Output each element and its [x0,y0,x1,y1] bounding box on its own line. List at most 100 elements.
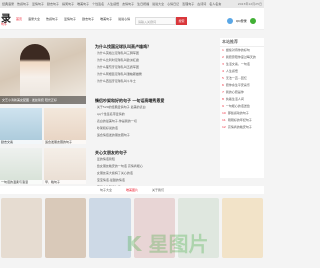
bottom-tab[interactable]: 句子大全 [100,186,112,194]
gallery-image[interactable] [221,198,264,258]
rank-number: 11 [222,118,226,122]
thumb-image [44,108,86,144]
sidebar-item-text: 人生感悟 [225,69,238,73]
wechat-icon[interactable] [249,18,256,24]
list-item[interactable]: 为什么阿根廷足球队叫潘帕斯雄鹰 [95,71,210,78]
rank-number: 1 [222,48,224,52]
sidebar-list-item[interactable]: 9 一句暖心的话送给 [220,103,264,110]
nav-item[interactable]: 说说心情 [118,17,130,21]
nav-item[interactable]: 唯美句子 [100,17,112,21]
sidebar-list-item[interactable]: 12 高情商的晚安句子 [220,124,264,131]
top-nav-item[interactable]: 搞笑句子 [62,2,74,6]
gallery-image[interactable] [89,198,131,258]
list-item[interactable]: 为什么英格兰足球队叫三狮军团 [95,50,210,57]
hero-figure [20,44,50,104]
thumb-card[interactable]: 一句话的温柔与浪漫 [0,148,42,184]
qq-icon[interactable] [227,18,233,24]
thumb-caption: 励志文案 [0,140,42,144]
top-nav-item[interactable]: 古诗词 [197,2,206,6]
sidebar-list-item[interactable]: 11 刚刚好的年纪句子 [220,117,264,124]
sidebar-item-text: 刚刚好的年纪句子 [227,118,252,122]
sidebar-item-text: 高情商的晚安句子 [227,125,252,129]
qq-login-label[interactable]: QQ登录 [236,19,247,23]
sidebar-item-text: 我的心愿是你 [225,90,244,94]
top-nav-item[interactable]: 爱情句子 [32,2,44,6]
sidebar-list-item[interactable]: 3 生活文案，一句话 [220,61,264,68]
site-logo-subtitle: 句子 [1,22,8,26]
top-nav-item[interactable]: 友情句子 [122,2,134,6]
thumb-image [44,148,86,184]
list-item[interactable]: 吵架和好说的话 [95,125,210,132]
rank-number: 10 [222,111,226,115]
search-button[interactable]: 搜索 [176,17,187,25]
article-section: 关心女朋友的句子 爱的情话简短 给女朋友晚安的一句话 高情商暖心 女朋友来大姨妈… [95,150,210,191]
article-section: 为什么找国足球队叫高卢雄鸡？ 为什么英格兰足球队叫三狮军团 为什么比利时足球队叫… [95,44,210,85]
thumb-caption: 早、晚句子 [44,180,86,184]
login-area: QQ登录 [227,18,256,24]
sidebar-list-item[interactable]: 6 愿你余生平安喜乐 [220,82,264,89]
top-nav-bar: 经典语录 伤感句子 爱情句子 励志句子 搞笑句子 唯美句子 个性签名 人生感悟 友情句子 生日祝福… [0,0,264,8]
list-item[interactable]: 女朋友来大姨妈了关心的话 [95,170,210,177]
nav-item[interactable]: 伤感句子 [46,17,58,21]
list-item[interactable]: 为什么西班牙足球队叫斗牛士 [95,78,210,85]
article-section: 情侣吵架和好的句子 一句话高端秀恩爱 关于520的经典爱情句子 最美的表白 qq… [95,98,210,139]
bottom-tab[interactable]: 唯美图片 [126,186,138,194]
top-nav-item[interactable]: 说说大全 [152,2,164,6]
bottom-tab[interactable]: 关于我们 [152,186,164,194]
list-item[interactable]: qq个性签名带爱情的 [95,111,210,118]
sidebar-list-item[interactable]: 8 执着生活人间 [220,96,264,103]
hero-image[interactable]: 文艺小清新美女配图 · 发丝萦绕 阳光正好 [0,38,86,104]
thumb-caption: 适合发朋友圈的句子 [44,140,86,144]
sidebar-title: 本站推荐 [220,38,264,47]
list-item[interactable]: 爱的情话简短 [95,156,210,163]
sidebar-item-text: 生活文案，一句话 [225,62,250,66]
list-item[interactable]: 给女朋友晚安的一句话 高情商暖心 [95,163,210,170]
rank-number: 5 [222,76,224,80]
search-input[interactable]: 请输入关键词 [135,17,176,25]
nav-item[interactable]: 首页 [16,17,22,21]
rank-number: 12 [222,125,226,129]
nav-item[interactable]: 励志句子 [82,17,94,21]
top-nav-item[interactable]: 唯美句子 [77,2,89,6]
nav-item[interactable]: 爱情句子 [64,17,76,21]
top-nav-item[interactable]: 哲理句子 [182,2,194,6]
sidebar-list-item[interactable]: 1 继续对待你的好句 [220,47,264,54]
sidebar-item-text: 继续对待你的好句 [225,48,250,52]
list-item[interactable]: 表白的最美句子,你是我的一切 [95,118,210,125]
list-item[interactable]: 为什么比利时足球队叫欧洲红魔 [95,57,210,64]
list-item[interactable]: 关于520的经典爱情句子 最美的表白 [95,104,210,111]
current-date: 2023年12月25日 [237,2,262,6]
top-nav-item[interactable]: 伤感句子 [17,2,29,6]
thumb-card[interactable]: 早、晚句子 [44,148,86,184]
top-nav-item[interactable]: 励志句子 [47,2,59,6]
gallery-image[interactable] [1,198,43,258]
top-nav-item[interactable]: 名人名言 [209,2,221,6]
top-nav-item[interactable]: 经典语录 [2,2,14,6]
top-nav-item[interactable]: 人生感悟 [107,2,119,6]
sidebar-list-item[interactable]: 4 人生感悟 [220,68,264,75]
top-nav-item[interactable]: 个性签名 [92,2,104,6]
nav-item[interactable]: 语录大全 [28,17,40,21]
rank-number: 6 [222,83,224,87]
sidebar-list-item[interactable]: 7 我的心愿是你 [220,89,264,96]
hero-caption[interactable]: 文艺小清新美女配图 · 发丝萦绕 阳光正好 [0,96,86,104]
thumb-image [0,108,42,144]
thumb-card[interactable]: 励志文案 [0,108,42,144]
top-nav-item[interactable]: 生日祝福 [137,2,149,6]
gallery-image[interactable] [45,198,87,258]
thumb-card[interactable]: 适合发朋友圈的句子 [44,108,86,144]
top-nav-item[interactable]: 心情日记 [167,2,179,6]
thumb-caption: 一句话的温柔与浪漫 [0,180,42,184]
sidebar-list-item[interactable]: 10 那些感动的句子 [220,110,264,117]
list-item[interactable]: 为什么葡萄牙足球队叫五盾军团 [95,64,210,71]
list-item[interactable]: 宝宝情话,最甜的情话 [95,177,210,184]
sidebar-item-text: 无法一直…回忆 [225,76,247,80]
sidebar-list-item[interactable]: 5 无法一直…回忆 [220,75,264,82]
list-item[interactable]: 适合情侣发的朋友圈句子 [95,132,210,139]
rank-number: 7 [222,90,224,94]
rank-number: 4 [222,69,224,73]
watermark: K 星图片 [126,232,209,256]
rank-number: 9 [222,104,224,108]
bottom-tabs: 句子大全 唯美图片 关于我们 [0,186,264,194]
sidebar-list-item[interactable]: 2 我愿意陪你度过每天的 [220,54,264,61]
